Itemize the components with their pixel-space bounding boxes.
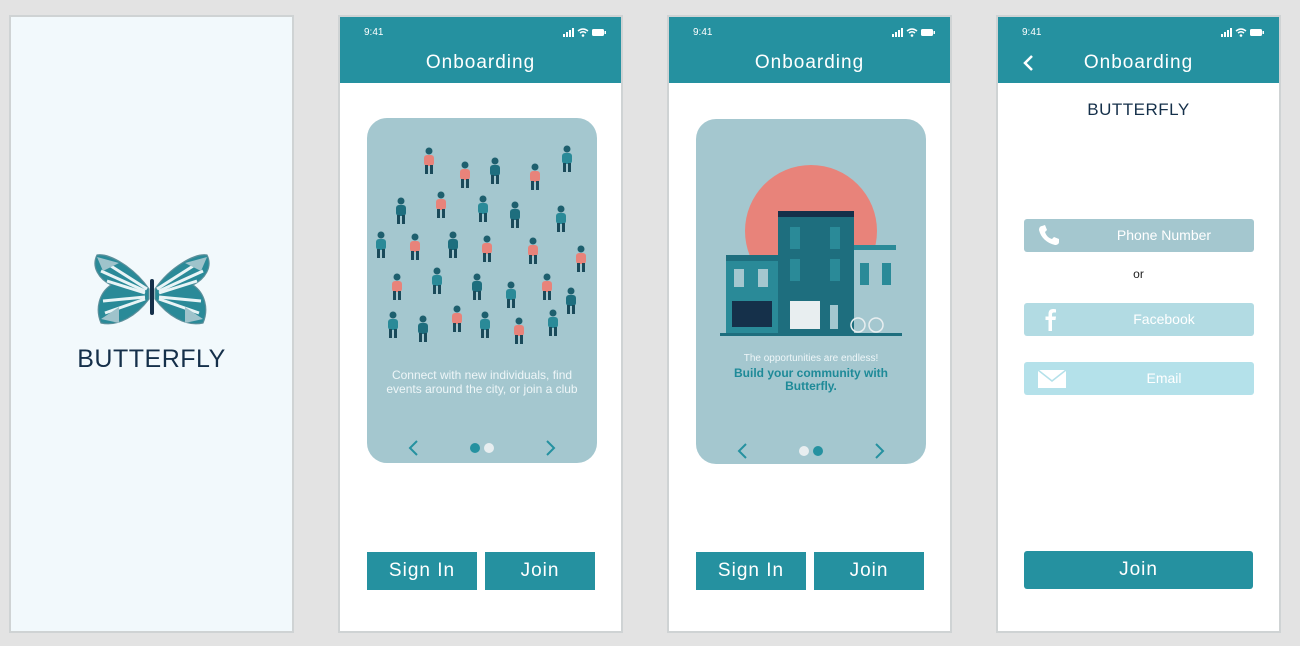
onboarding-card[interactable]: Connect with new individuals, find event… [367,118,597,463]
butterfly-logo [94,254,210,325]
facebook-label: Facebook [1133,311,1195,327]
status-icons [1221,27,1265,38]
login-screen: 9:41 Onboarding BUTTERFLY Phone Number o… [996,15,1281,633]
brand-name: BUTTERFLY [1087,100,1190,119]
onboarding-screen-1: 9:41 Onboarding Connect with new individ… [338,15,623,633]
envelope-icon [1037,369,1067,388]
email-label: Email [1146,370,1182,386]
onboarding-caption-small: The opportunities are endless! [743,353,879,364]
chevron-right-icon[interactable] [872,442,886,460]
chevron-left-icon[interactable] [407,439,421,457]
splash-app-name: BUTTERFLY [77,345,226,373]
page-title: Onboarding [425,52,536,73]
chevron-right-icon[interactable] [543,439,557,457]
sign-in-button[interactable]: Sign In [367,552,477,590]
phone-icon [1039,225,1059,245]
onboarding-card[interactable]: The opportunities are endless! Build you… [696,119,926,464]
page-dot [799,446,809,456]
status-time: 9:41 [693,27,713,38]
phone-number-button[interactable]: Phone Number [1024,219,1254,252]
page-dot-active [813,446,823,456]
page-dot [484,443,494,453]
onboarding-caption-strong: Build your community with Butterfly. [733,366,888,393]
top-bar: 9:41 Onboarding [669,17,950,83]
crowd-illustration [376,145,586,344]
sign-in-button[interactable]: Sign In [696,552,806,590]
facebook-icon [1045,309,1056,331]
city-illustration [720,165,902,336]
page-indicator [470,443,494,453]
onboarding-screen-2: 9:41 Onboarding The opportunities are en… [667,15,952,633]
status-time: 9:41 [364,27,384,38]
page-title: Onboarding [754,52,865,73]
facebook-button[interactable]: Facebook [1024,303,1254,336]
page-indicator [799,446,823,456]
join-button[interactable]: Join [814,552,924,590]
join-button[interactable]: Join [485,552,595,590]
chevron-left-icon[interactable] [736,442,750,460]
phone-number-label: Phone Number [1116,227,1212,243]
page-title: Onboarding [1083,52,1194,73]
top-bar: 9:41 Onboarding [998,17,1279,83]
status-icons [892,27,936,38]
or-separator: or [1133,267,1144,281]
status-time: 9:41 [1022,27,1042,38]
top-bar: 9:41 Onboarding [340,17,621,83]
join-button[interactable]: Join [1024,551,1253,589]
page-dot-active [470,443,480,453]
status-icons [563,27,607,38]
email-button[interactable]: Email [1024,362,1254,395]
onboarding-caption: Connect with new individuals, find event… [386,368,578,396]
splash-screen: BUTTERFLY [9,15,294,633]
